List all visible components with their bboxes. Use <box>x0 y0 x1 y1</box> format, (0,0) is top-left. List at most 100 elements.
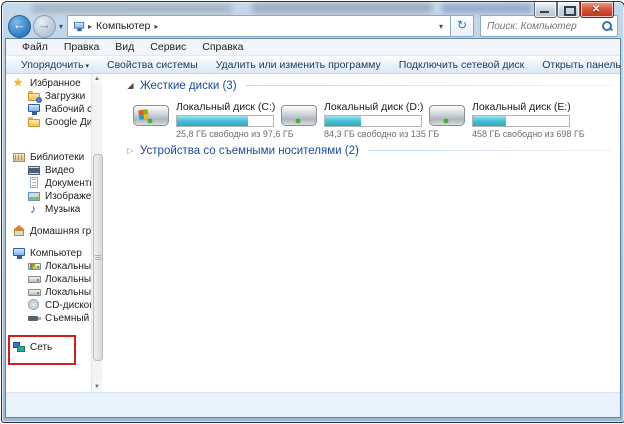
sidebar-item-label: Загрузки <box>45 91 85 102</box>
sidebar-item-label: Видео <box>45 165 74 176</box>
sidebar-item-desktop[interactable]: Рабочий стол <box>6 103 91 116</box>
search-icon <box>601 20 613 32</box>
open-control-panel-button[interactable]: Открыть панель управления <box>533 59 624 71</box>
drive-tile-d[interactable]: Локальный диск (D:) 84,3 ГБ свободно из … <box>280 99 420 139</box>
collapsed-marker-icon: ▷ <box>126 146 135 155</box>
system-drive-icon <box>27 260 42 273</box>
forward-button[interactable]: → <box>33 15 56 38</box>
drive-tile-e[interactable]: Локальный диск (E:) 458 ГБ свободно из 6… <box>428 99 568 139</box>
scrollbar-thumb[interactable] <box>93 154 103 361</box>
windows-flag-icon <box>138 109 148 119</box>
map-network-drive-button[interactable]: Подключить сетевой диск <box>390 59 534 71</box>
menu-edit[interactable]: Правка <box>56 41 107 53</box>
file-list-area: ◢ Жесткие диски (3) Локальный диск (C:) … <box>102 74 620 392</box>
group-header-label: Устройства со съемными носителями (2) <box>140 145 359 157</box>
expanded-marker-icon: ◢ <box>126 81 135 90</box>
system-properties-button[interactable]: Свойства системы <box>98 59 207 71</box>
sidebar-item-libraries[interactable]: Библиотеки <box>6 151 91 164</box>
capacity-bar <box>176 115 274 127</box>
back-arrow-icon: ← <box>9 17 30 32</box>
libraries-icon <box>12 151 27 164</box>
drive-name: Локальный диск (C:) <box>176 101 272 113</box>
video-icon <box>27 164 42 177</box>
glass-blur-decoration <box>442 4 532 13</box>
sidebar-item-documents[interactable]: Документы <box>6 177 91 190</box>
capacity-bar-fill <box>325 116 361 126</box>
drive-name: Локальный диск (D:) <box>324 101 420 113</box>
address-dropdown-caret-icon[interactable]: ▾ <box>436 22 446 31</box>
group-header-hard-disks[interactable]: ◢ Жесткие диски (3) <box>126 78 612 93</box>
group-header-label: Жесткие диски (3) <box>140 80 237 92</box>
breadcrumb-chevron-icon[interactable]: ▸ <box>153 22 159 31</box>
sidebar-item-label: Документы <box>45 178 91 189</box>
sidebar-item-label: CD-дисковод (F:) <box>45 300 91 311</box>
maximize-icon <box>564 6 576 16</box>
menu-tools[interactable]: Сервис <box>142 41 194 53</box>
drive-tile-c[interactable]: Локальный диск (C:) 25,8 ГБ свободно из … <box>132 99 272 139</box>
hard-drive-icon <box>27 286 42 299</box>
close-button[interactable]: ✕ <box>580 2 614 18</box>
caption-buttons: ✕ <box>534 2 614 18</box>
removable-drive-icon <box>27 312 42 325</box>
capacity-bar-fill <box>177 116 248 126</box>
hard-drive-icon <box>132 99 170 131</box>
glass-blur-decoration <box>252 3 432 13</box>
sidebar-item-computer[interactable]: Компьютер <box>6 247 91 260</box>
sidebar-item-homegroup[interactable]: Домашняя группа <box>6 225 91 238</box>
free-space-text: 458 ГБ свободно из 698 ГБ <box>472 129 568 139</box>
forward-arrow-icon: → <box>34 17 55 32</box>
navigation-pane: Избранное ↓ Загрузки Рабочий стол Google… <box>6 74 91 392</box>
sidebar-item-local-disk-d[interactable]: Локальный диск (D:) <box>6 273 91 286</box>
sidebar-item-label: Компьютер <box>30 248 82 259</box>
desktop-icon <box>27 103 42 116</box>
group-header-removable-devices[interactable]: ▷ Устройства со съемными носителями (2) <box>126 143 612 158</box>
breadcrumb-segment-computer[interactable]: Компьютер <box>93 20 153 32</box>
back-button[interactable]: ← <box>8 15 31 38</box>
sidebar-item-removable-disk-g[interactable]: Съемный диск (G:) <box>6 312 91 325</box>
computer-icon <box>12 247 27 260</box>
sidebar-item-cd-drive-f[interactable]: CD-дисковод (F:) <box>6 299 91 312</box>
address-bar[interactable]: ▸ Компьютер ▸ ▾ <box>67 15 451 37</box>
uninstall-program-button[interactable]: Удалить или изменить программу <box>207 59 390 71</box>
sidebar-item-google-drive[interactable]: Google Диск <box>6 116 91 129</box>
sidebar-item-favorites[interactable]: Избранное <box>6 77 91 90</box>
drive-tiles: Локальный диск (C:) 25,8 ГБ свободно из … <box>132 99 612 139</box>
sidebar-item-pictures[interactable]: Изображения <box>6 190 91 203</box>
sidebar-item-label: Библиотеки <box>30 152 84 163</box>
refresh-button[interactable]: ↻ <box>451 15 474 37</box>
folder-icon <box>27 116 42 129</box>
close-icon: ✕ <box>592 4 600 15</box>
music-note-icon <box>27 203 42 216</box>
sidebar-item-label: Google Диск <box>45 117 91 128</box>
free-space-text: 25,8 ГБ свободно из 97,6 ГБ <box>176 129 272 139</box>
minimize-button[interactable] <box>534 2 557 18</box>
command-bar: Упорядочить▾ Свойства системы Удалить ил… <box>6 56 620 74</box>
sidebar-item-videos[interactable]: Видео <box>6 164 91 177</box>
scroll-up-button[interactable]: ▲ <box>92 74 102 84</box>
hard-drive-icon <box>27 273 42 286</box>
sidebar-item-local-disk-e[interactable]: Локальный диск (E:) <box>6 286 91 299</box>
menu-help[interactable]: Справка <box>194 41 251 53</box>
sidebar-item-downloads[interactable]: ↓ Загрузки <box>6 90 91 103</box>
drive-name: Локальный диск (E:) <box>472 101 568 113</box>
recent-pages-caret-icon[interactable]: ▾ <box>59 22 63 31</box>
minimize-icon <box>540 11 549 13</box>
annotation-highlight-box <box>8 335 76 365</box>
sidebar-item-label: Съемный диск (G:) <box>45 313 91 324</box>
refresh-icon: ↻ <box>457 18 467 32</box>
sidebar-item-label: Музыка <box>45 204 80 215</box>
sidebar-item-label: Локальный диск (C:) <box>45 261 91 272</box>
sidebar-item-local-disk-c[interactable]: Локальный диск (C:) <box>6 260 91 273</box>
organize-button[interactable]: Упорядочить▾ <box>12 59 98 71</box>
sidebar-item-network[interactable]: Сеть <box>6 341 91 354</box>
search-input[interactable] <box>485 20 601 33</box>
menu-file[interactable]: Файл <box>14 41 56 53</box>
maximize-button[interactable] <box>557 2 580 18</box>
explorer-window: ✕ ← → ▾ ▸ Компьютер ▸ ▾ ↻ Файл Правка Ви… <box>1 1 624 423</box>
chevron-down-icon: ▾ <box>85 63 89 70</box>
menu-view[interactable]: Вид <box>107 41 142 53</box>
scroll-down-button[interactable]: ▼ <box>92 382 102 392</box>
sidebar-scrollbar[interactable]: ▲ ▼ <box>91 74 102 392</box>
sidebar-item-music[interactable]: Музыка <box>6 203 91 216</box>
cd-drive-icon <box>27 299 42 312</box>
